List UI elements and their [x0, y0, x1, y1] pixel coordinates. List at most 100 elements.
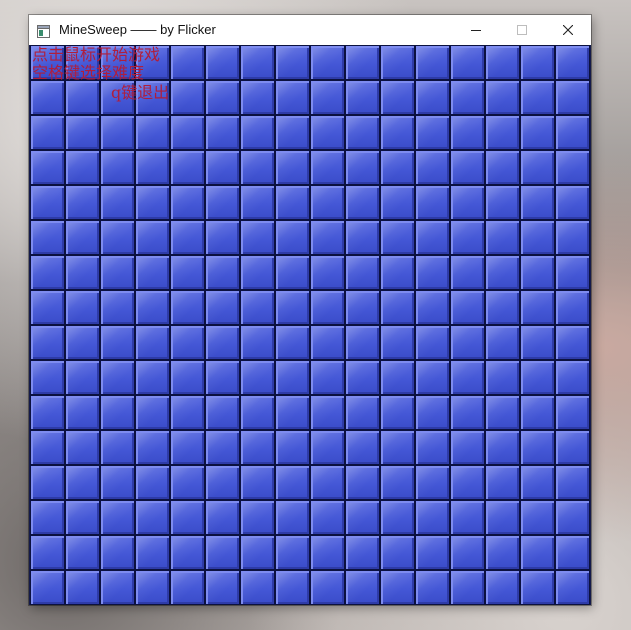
mine-cell[interactable]	[240, 500, 275, 535]
mine-cell[interactable]	[415, 220, 450, 255]
mine-cell[interactable]	[100, 465, 135, 500]
mine-cell[interactable]	[345, 45, 380, 80]
mine-cell[interactable]	[170, 360, 205, 395]
mine-cell[interactable]	[205, 430, 240, 465]
mine-cell[interactable]	[485, 430, 520, 465]
mine-cell[interactable]	[30, 80, 65, 115]
mine-cell[interactable]	[485, 150, 520, 185]
mine-cell[interactable]	[30, 430, 65, 465]
mine-cell[interactable]	[485, 45, 520, 80]
mine-cell[interactable]	[170, 570, 205, 605]
mine-cell[interactable]	[135, 465, 170, 500]
mine-cell[interactable]	[555, 255, 590, 290]
mine-cell[interactable]	[310, 430, 345, 465]
mine-cell[interactable]	[100, 395, 135, 430]
mine-cell[interactable]	[205, 500, 240, 535]
mine-cell[interactable]	[345, 570, 380, 605]
mine-cell[interactable]	[100, 325, 135, 360]
mine-cell[interactable]	[310, 395, 345, 430]
mine-cell[interactable]	[345, 150, 380, 185]
mine-cell[interactable]	[240, 360, 275, 395]
mine-cell[interactable]	[555, 115, 590, 150]
mine-cell[interactable]	[170, 430, 205, 465]
mine-cell[interactable]	[275, 115, 310, 150]
mine-cell[interactable]	[170, 150, 205, 185]
mine-cell[interactable]	[310, 360, 345, 395]
mine-cell[interactable]	[65, 535, 100, 570]
title-bar[interactable]: MineSweep —— by Flicker	[29, 15, 591, 45]
mine-cell[interactable]	[450, 220, 485, 255]
mine-cell[interactable]	[520, 325, 555, 360]
mine-cell[interactable]	[415, 360, 450, 395]
mine-cell[interactable]	[415, 325, 450, 360]
mine-cell[interactable]	[275, 150, 310, 185]
mine-cell[interactable]	[450, 570, 485, 605]
mine-cell[interactable]	[380, 255, 415, 290]
mine-cell[interactable]	[170, 500, 205, 535]
mine-cell[interactable]	[30, 395, 65, 430]
mine-cell[interactable]	[345, 255, 380, 290]
mine-cell[interactable]	[30, 185, 65, 220]
mine-cell[interactable]	[170, 185, 205, 220]
mine-cell[interactable]	[380, 290, 415, 325]
mine-cell[interactable]	[275, 80, 310, 115]
mine-cell[interactable]	[520, 80, 555, 115]
mine-cell[interactable]	[205, 290, 240, 325]
mine-cell[interactable]	[380, 80, 415, 115]
mine-cell[interactable]	[240, 570, 275, 605]
mine-cell[interactable]	[415, 115, 450, 150]
mine-cell[interactable]	[240, 255, 275, 290]
mine-cell[interactable]	[555, 395, 590, 430]
mine-cell[interactable]	[205, 535, 240, 570]
mine-cell[interactable]	[30, 290, 65, 325]
mine-cell[interactable]	[65, 325, 100, 360]
mine-cell[interactable]	[520, 255, 555, 290]
mine-cell[interactable]	[135, 255, 170, 290]
mine-cell[interactable]	[380, 535, 415, 570]
mine-cell[interactable]	[485, 255, 520, 290]
mine-cell[interactable]	[415, 535, 450, 570]
mine-cell[interactable]	[100, 500, 135, 535]
mine-cell[interactable]	[345, 395, 380, 430]
mine-cell[interactable]	[520, 45, 555, 80]
maximize-button[interactable]	[499, 15, 545, 45]
mine-cell[interactable]	[450, 80, 485, 115]
mine-cell[interactable]	[275, 360, 310, 395]
mine-cell[interactable]	[450, 360, 485, 395]
mine-cell[interactable]	[345, 290, 380, 325]
mine-cell[interactable]	[65, 290, 100, 325]
mine-cell[interactable]	[275, 465, 310, 500]
mine-cell[interactable]	[170, 395, 205, 430]
mine-cell[interactable]	[345, 500, 380, 535]
mine-cell[interactable]	[310, 500, 345, 535]
mine-cell[interactable]	[450, 465, 485, 500]
mine-cell[interactable]	[275, 185, 310, 220]
mine-cell[interactable]	[170, 115, 205, 150]
mine-cell[interactable]	[485, 185, 520, 220]
mine-cell[interactable]	[205, 325, 240, 360]
mine-cell[interactable]	[275, 255, 310, 290]
mine-cell[interactable]	[170, 45, 205, 80]
mine-cell[interactable]	[205, 220, 240, 255]
mine-cell[interactable]	[100, 290, 135, 325]
mine-cell[interactable]	[30, 570, 65, 605]
mine-cell[interactable]	[450, 115, 485, 150]
mine-cell[interactable]	[170, 465, 205, 500]
mine-cell[interactable]	[415, 185, 450, 220]
mine-cell[interactable]	[380, 360, 415, 395]
mine-cell[interactable]	[555, 150, 590, 185]
mine-cell[interactable]	[485, 290, 520, 325]
mine-cell[interactable]	[240, 115, 275, 150]
mine-cell[interactable]	[415, 395, 450, 430]
mine-cell[interactable]	[555, 360, 590, 395]
mine-cell[interactable]	[65, 430, 100, 465]
mine-cell[interactable]	[275, 500, 310, 535]
mine-cell[interactable]	[170, 220, 205, 255]
mine-cell[interactable]	[65, 80, 100, 115]
mine-cell[interactable]	[555, 500, 590, 535]
mine-cell[interactable]	[135, 500, 170, 535]
mine-cell[interactable]	[170, 80, 205, 115]
mine-cell[interactable]	[345, 430, 380, 465]
mine-cell[interactable]	[100, 115, 135, 150]
mine-cell[interactable]	[310, 255, 345, 290]
